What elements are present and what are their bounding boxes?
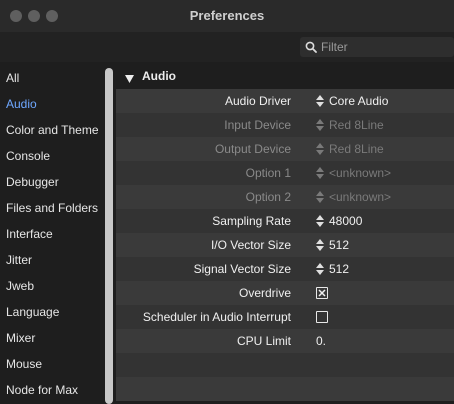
settings-panel: Audio Audio Driver Core Audio Input Devi… <box>116 64 454 404</box>
sidebar-item-audio[interactable]: Audio <box>6 94 37 114</box>
sidebar-scrollbar[interactable] <box>105 68 113 404</box>
up-down-arrows-icon <box>316 215 324 230</box>
sidebar-item-jitter[interactable]: Jitter <box>6 250 32 270</box>
setting-label: Option 1 <box>245 166 291 180</box>
up-down-arrows-icon <box>316 95 324 110</box>
setting-label: Signal Vector Size <box>193 262 291 276</box>
up-down-arrows-icon <box>316 239 324 254</box>
setting-row-input-device: Input Device Red 8Line <box>116 113 454 137</box>
title-bar: Preferences <box>0 0 454 32</box>
setting-label: CPU Limit <box>236 334 291 348</box>
sidebar-item-all[interactable]: All <box>6 68 19 88</box>
sidebar-item-console[interactable]: Console <box>6 146 50 166</box>
setting-row-scheduler-in-audio-interrupt: Scheduler in Audio Interrupt <box>116 305 454 329</box>
empty-row <box>116 353 454 377</box>
signal-vector-size-dropdown[interactable]: 512 <box>329 257 349 281</box>
up-down-arrows-icon <box>316 263 324 278</box>
window-title: Preferences <box>189 8 265 23</box>
sampling-rate-dropdown[interactable]: 48000 <box>329 209 362 233</box>
setting-row-audio-driver: Audio Driver Core Audio <box>116 89 454 113</box>
setting-row-overdrive: Overdrive <box>116 281 454 305</box>
setting-label: Overdrive <box>238 286 291 300</box>
setting-label: I/O Vector Size <box>210 238 291 252</box>
setting-label: Scheduler in Audio Interrupt <box>142 310 291 324</box>
scheduler-in-audio-interrupt-checkbox[interactable] <box>316 311 328 323</box>
option-1-dropdown: <unknown> <box>329 166 392 180</box>
sidebar-item-mouse[interactable]: Mouse <box>6 354 42 374</box>
filter-bar: Filter <box>0 32 454 62</box>
up-down-arrows-icon <box>316 119 324 134</box>
filter-input[interactable]: Filter <box>300 37 454 57</box>
overdrive-checkbox[interactable] <box>316 287 328 299</box>
setting-label: Audio Driver <box>224 94 291 108</box>
sidebar: All Audio Color and Theme Console Debugg… <box>0 64 115 404</box>
setting-label: Sampling Rate <box>212 214 291 228</box>
setting-row-signal-vector-size: Signal Vector Size 512 <box>116 257 454 281</box>
search-icon <box>305 41 317 56</box>
setting-label: Option 2 <box>245 190 291 204</box>
sidebar-item-files-and-folders[interactable]: Files and Folders <box>6 198 98 218</box>
setting-row-option-2: Option 2 <unknown> <box>116 185 454 209</box>
input-device-dropdown: Red 8Line <box>329 118 384 132</box>
up-down-arrows-icon <box>316 143 324 158</box>
audio-driver-dropdown[interactable]: Core Audio <box>329 89 388 113</box>
setting-row-sampling-rate: Sampling Rate 48000 <box>116 209 454 233</box>
setting-label: Output Device <box>214 142 291 156</box>
filter-placeholder: Filter <box>321 40 348 54</box>
cpu-limit-number-field[interactable]: 0. <box>316 329 326 353</box>
triangle-down-icon <box>125 72 134 86</box>
setting-row-io-vector-size: I/O Vector Size 512 <box>116 233 454 257</box>
sidebar-item-jweb[interactable]: Jweb <box>6 276 34 296</box>
output-device-dropdown: Red 8Line <box>329 142 384 156</box>
sidebar-item-color-and-theme[interactable]: Color and Theme <box>6 120 99 140</box>
option-2-dropdown: <unknown> <box>329 190 392 204</box>
sidebar-item-node-for-max[interactable]: Node for Max <box>6 380 78 400</box>
setting-row-cpu-limit: CPU Limit 0. <box>116 329 454 353</box>
setting-row-output-device: Output Device Red 8Line <box>116 137 454 161</box>
section-header-audio[interactable]: Audio <box>116 66 454 86</box>
empty-row <box>116 377 454 401</box>
setting-row-option-1: Option 1 <unknown> <box>116 161 454 185</box>
sidebar-item-mixer[interactable]: Mixer <box>6 328 35 348</box>
up-down-arrows-icon <box>316 167 324 182</box>
sidebar-item-interface[interactable]: Interface <box>6 224 53 244</box>
up-down-arrows-icon <box>316 191 324 206</box>
io-vector-size-dropdown[interactable]: 512 <box>329 233 349 257</box>
setting-label: Input Device <box>224 118 291 132</box>
section-title: Audio <box>142 69 176 83</box>
sidebar-item-language[interactable]: Language <box>6 302 59 322</box>
sidebar-item-debugger[interactable]: Debugger <box>6 172 59 192</box>
